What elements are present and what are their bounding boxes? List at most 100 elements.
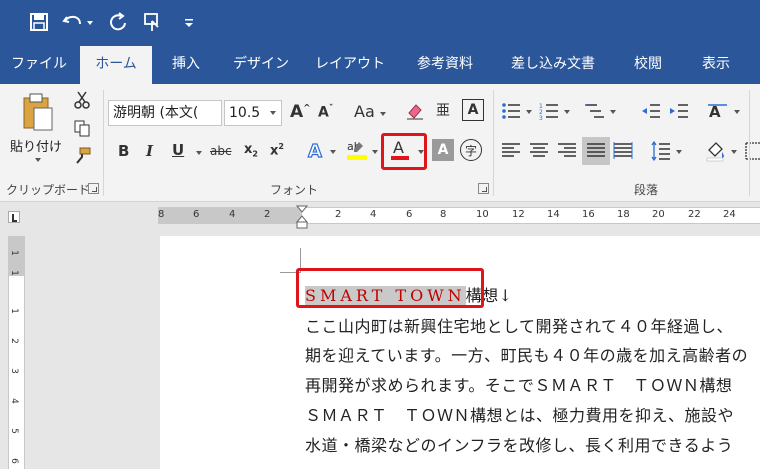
save-icon[interactable]: [26, 9, 52, 35]
group-separator: [103, 90, 104, 196]
ruler-number: 6: [406, 209, 413, 220]
ruler-number: 12: [512, 209, 525, 220]
format-painter-icon[interactable]: [72, 146, 92, 166]
clipboard-launcher-icon[interactable]: [88, 183, 99, 194]
tab-insert[interactable]: 挿入: [156, 46, 216, 84]
change-case-icon[interactable]: Aa: [354, 102, 375, 121]
ruler-number: 1: [8, 250, 19, 256]
distributed-icon[interactable]: [612, 140, 634, 162]
multilevel-list-icon[interactable]: [584, 100, 606, 122]
underline-dropdown-icon[interactable]: [196, 151, 202, 155]
touch-mode-icon[interactable]: [140, 9, 166, 35]
document-line[interactable]: ＳＭＡＲＴ ＴＯＷＮ構想とは、極力費用を抑え、施設や: [305, 402, 734, 426]
italic-icon[interactable]: I: [146, 142, 153, 160]
selection-highlight-box: [296, 268, 484, 308]
text-effects-dropdown-icon[interactable]: [330, 150, 336, 154]
ruler-number: 24: [723, 209, 736, 220]
line-spacing-icon[interactable]: [650, 139, 672, 163]
customize-qat-icon[interactable]: [182, 9, 196, 35]
paste-dropdown-icon[interactable]: [35, 158, 41, 162]
numbering-dropdown-icon[interactable]: [564, 110, 570, 114]
justify-icon[interactable]: [582, 137, 610, 165]
group-separator: [493, 90, 494, 196]
copy-icon[interactable]: [72, 118, 92, 138]
ruler-number: 8: [440, 209, 447, 220]
align-left-icon[interactable]: [500, 140, 522, 162]
font-group-label: フォント: [270, 183, 319, 197]
document-line[interactable]: ここ山内町は新興住宅地として開発されて４０年経過し、: [305, 313, 733, 337]
document-line[interactable]: 期を迎えています。一方、町民も４０年の歳を加え高齢者の: [305, 342, 748, 366]
subscript-icon[interactable]: x2: [244, 142, 258, 159]
ruler-number: 22: [688, 209, 701, 220]
undo-icon[interactable]: [60, 9, 86, 35]
strikethrough-icon[interactable]: abc: [210, 144, 232, 158]
font-size-combo[interactable]: 10.5: [224, 100, 282, 126]
shading-dropdown-icon[interactable]: [731, 150, 737, 154]
numbering-icon[interactable]: 123: [538, 100, 560, 122]
text-highlight-icon[interactable]: ab: [344, 138, 370, 162]
shading-icon[interactable]: [704, 139, 728, 163]
increase-indent-icon[interactable]: [668, 100, 690, 122]
change-case-dropdown-icon[interactable]: [380, 112, 386, 116]
align-center-icon[interactable]: [528, 140, 550, 162]
paste-icon[interactable]: [18, 92, 58, 132]
tab-review[interactable]: 校閲: [618, 46, 678, 84]
ruler-number: 6: [8, 458, 19, 464]
highlight-dropdown-icon[interactable]: [372, 150, 378, 154]
tab-layout[interactable]: レイアウト: [306, 46, 394, 84]
bold-icon[interactable]: B: [118, 142, 129, 160]
bullets-icon[interactable]: [500, 100, 522, 122]
clear-formatting-icon[interactable]: [404, 100, 426, 122]
line-spacing-dropdown-icon[interactable]: [676, 150, 682, 154]
superscript-icon[interactable]: x2: [270, 142, 284, 158]
asian-layout-dropdown-icon[interactable]: [734, 110, 740, 114]
ruler-number: 14: [547, 209, 560, 220]
ruler-number: 4: [8, 398, 19, 404]
asian-layout-icon[interactable]: A: [706, 100, 730, 122]
bullets-dropdown-icon[interactable]: [526, 110, 532, 114]
document-line[interactable]: 再開発が求められます。そこでＳＭＡＲＴ ＴＯＷＮ構想: [305, 372, 732, 396]
ruler-number: 2: [335, 209, 342, 220]
phonetic-guide-icon[interactable]: 亜: [436, 100, 450, 120]
word-window: ファイル ホーム 挿入 デザイン レイアウト 参考資料 差し込み文書 校閲 表示…: [0, 0, 760, 469]
ribbon-tabs: ファイル ホーム 挿入 デザイン レイアウト 参考資料 差し込み文書 校閲 表示: [0, 46, 760, 84]
undo-dropdown-icon[interactable]: [84, 9, 96, 35]
paragraph-group-label: 段落: [634, 183, 659, 197]
ruler-number: 20: [652, 209, 665, 220]
shrink-font-icon[interactable]: Aˇ: [318, 104, 333, 121]
tab-design[interactable]: デザイン: [224, 46, 298, 84]
tab-home[interactable]: ホーム: [80, 46, 152, 84]
ruler-number: 6: [193, 209, 200, 220]
font-size-dropdown-icon[interactable]: [265, 101, 281, 125]
cut-icon[interactable]: [72, 90, 92, 110]
align-right-icon[interactable]: [556, 140, 578, 162]
font-color-highlight-box: [381, 133, 427, 170]
tab-file[interactable]: ファイル: [4, 46, 74, 84]
grow-font-icon[interactable]: A^: [290, 102, 311, 122]
horizontal-ruler[interactable]: 8 6 4 2 2 4 6 8 10 12 14 16 18 20 22 24: [0, 203, 760, 230]
multilevel-dropdown-icon[interactable]: [610, 110, 616, 114]
borders-icon[interactable]: [744, 139, 760, 163]
character-border-icon[interactable]: A: [462, 99, 484, 121]
tab-view[interactable]: 表示: [686, 46, 746, 84]
paste-label[interactable]: 貼り付け: [10, 136, 62, 155]
tab-references[interactable]: 参考資料: [402, 46, 488, 84]
tab-selector-icon[interactable]: [8, 211, 20, 223]
redo-icon[interactable]: [106, 9, 132, 35]
ruler-number: 4: [370, 209, 377, 220]
ruler-number: 1: [8, 270, 19, 276]
character-shading-icon[interactable]: A: [432, 139, 454, 161]
font-launcher-icon[interactable]: [478, 183, 489, 194]
document-line[interactable]: 水道・橋梁などのインフラを改修し、長く利用できるよう: [305, 432, 733, 456]
ruler-number: 2: [264, 209, 271, 220]
indent-marker-icon[interactable]: [296, 205, 308, 229]
enclose-characters-icon[interactable]: 字: [460, 139, 482, 161]
ruler-number: 16: [582, 209, 595, 220]
ribbon-home: 貼り付け クリップボード 游明朝 (本文( 10.5 A^ Aˇ Aa 亜 A: [0, 84, 760, 202]
underline-icon[interactable]: U: [172, 141, 184, 159]
text-effects-icon[interactable]: A: [304, 138, 328, 162]
ruler-number: 4: [229, 209, 236, 220]
tab-mailings[interactable]: 差し込み文書: [498, 46, 608, 84]
font-name-combo[interactable]: 游明朝 (本文(: [108, 100, 222, 126]
decrease-indent-icon[interactable]: [640, 100, 662, 122]
